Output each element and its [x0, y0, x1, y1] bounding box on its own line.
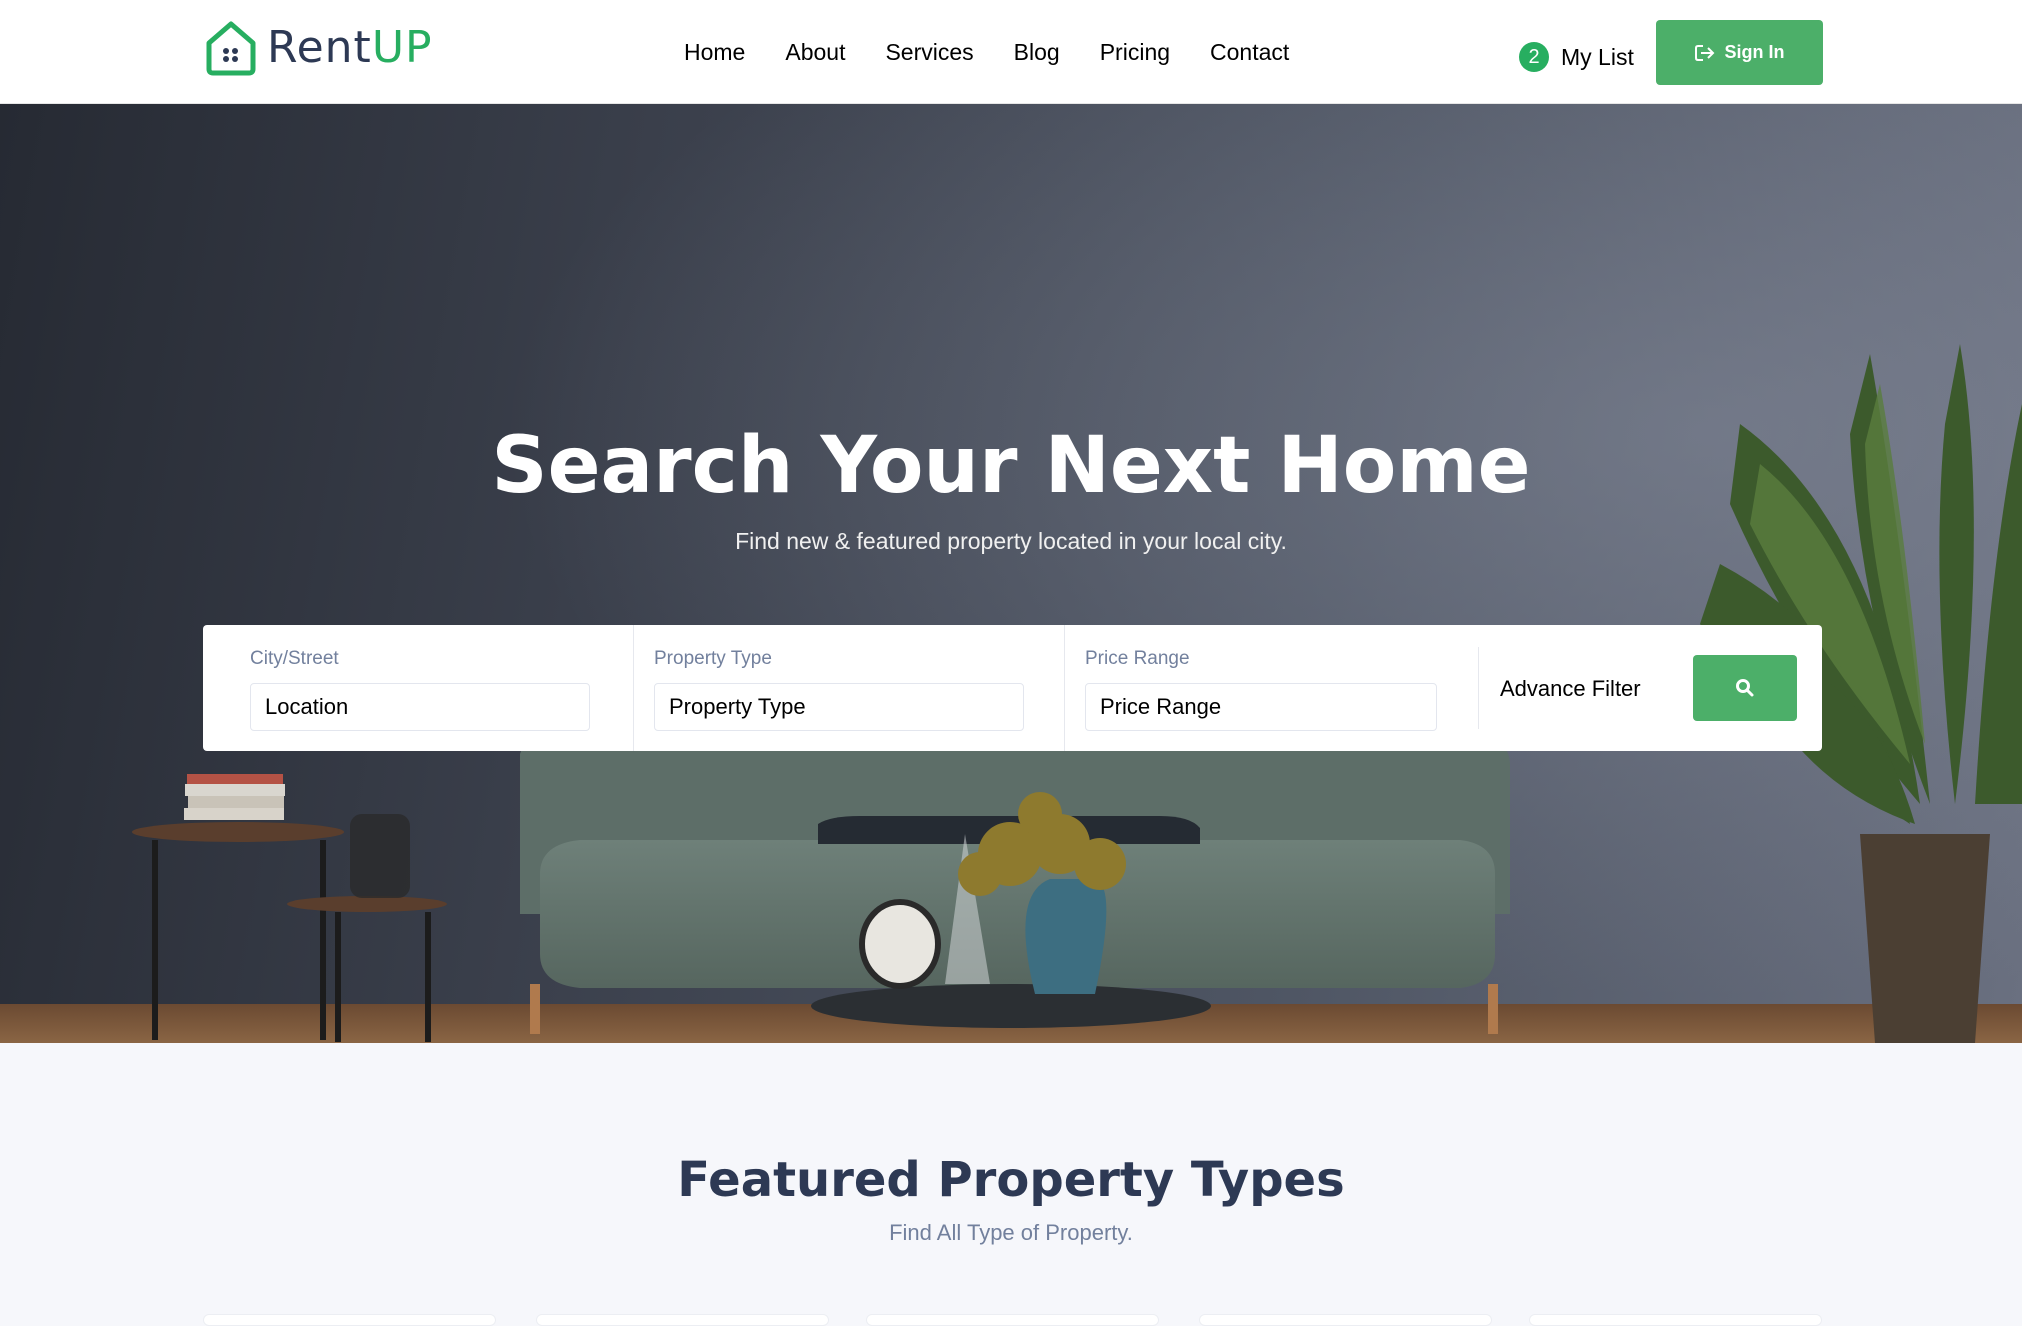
search-form: City/Street Location Property Type Prope… [203, 625, 1822, 751]
city-field-group: City/Street Location [250, 625, 590, 751]
property-type-input[interactable]: Property Type [654, 683, 1024, 731]
hero-subtitle: Find new & featured property located in … [735, 528, 1287, 554]
sign-in-icon [1694, 44, 1714, 61]
search-icon [1736, 679, 1754, 697]
field-divider [633, 625, 634, 751]
field-divider [1478, 647, 1479, 729]
property-type-card[interactable] [1199, 1314, 1492, 1326]
nav-home[interactable]: Home [684, 36, 745, 68]
hero-title: Search Your Next Home [491, 421, 1531, 511]
city-label: City/Street [250, 648, 339, 669]
search-button[interactable] [1693, 655, 1797, 721]
sign-in-button[interactable]: Sign In [1656, 20, 1823, 85]
logo-text: RentUP [267, 18, 433, 78]
my-list-label: My List [1561, 43, 1634, 70]
logo-accent: UP [371, 22, 433, 73]
city-input[interactable]: Location [250, 683, 590, 731]
main-nav: Home About Services Blog Pricing Contact [684, 36, 1329, 68]
my-list-count-badge: 2 [1519, 42, 1549, 72]
nav-services[interactable]: Services [885, 36, 973, 68]
nav-pricing[interactable]: Pricing [1100, 36, 1170, 68]
advance-filter-link[interactable]: Advance Filter [1500, 676, 1641, 702]
price-range-input[interactable]: Price Range [1085, 683, 1437, 731]
property-type-card[interactable] [203, 1314, 496, 1326]
featured-title: Featured Property Types [677, 1152, 1345, 1208]
house-icon [206, 21, 256, 76]
property-type-card[interactable] [536, 1314, 829, 1326]
property-type-card[interactable] [866, 1314, 1159, 1326]
nav-blog[interactable]: Blog [1014, 36, 1060, 68]
hero-background-image [0, 104, 2022, 1043]
logo[interactable]: RentUP [203, 18, 433, 78]
logo-name: Rent [267, 22, 372, 73]
featured-subtitle: Find All Type of Property. [889, 1220, 1133, 1245]
site-header: RentUP Home About Services Blog Pricing … [0, 0, 2022, 104]
nav-contact[interactable]: Contact [1210, 36, 1289, 68]
my-list-link[interactable]: 2 My List [1519, 42, 1634, 72]
property-type-card[interactable] [1529, 1314, 1822, 1326]
price-range-label: Price Range [1085, 648, 1190, 669]
hero-section: Search Your Next Home Find new & feature… [0, 104, 2022, 1043]
field-divider [1064, 625, 1065, 751]
type-field-group: Property Type Property Type [654, 625, 1024, 751]
property-type-label: Property Type [654, 648, 772, 669]
sign-in-label: Sign In [1724, 42, 1785, 62]
nav-about[interactable]: About [785, 36, 845, 68]
price-field-group: Price Range Price Range [1085, 625, 1437, 751]
